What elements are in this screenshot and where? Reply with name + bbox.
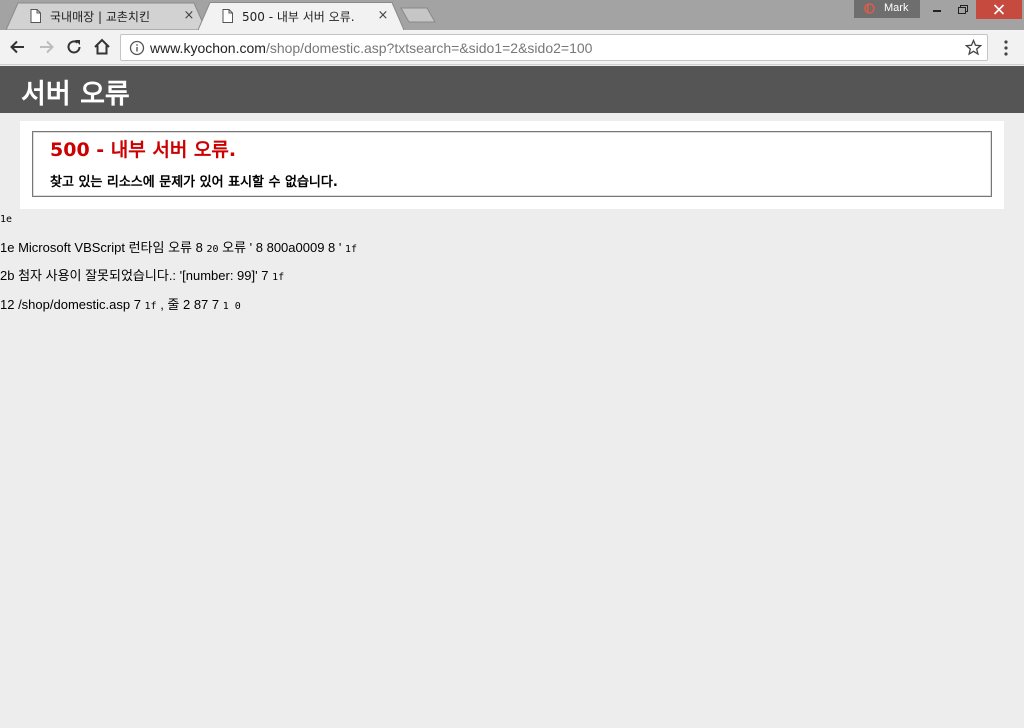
debug-code: 1f	[344, 244, 358, 255]
debug-text: 2b 첨자 사용이 잘못되었습니다.: '[number: 99]' 7	[0, 268, 273, 283]
debug-code: 1e	[0, 214, 13, 225]
home-button[interactable]	[92, 37, 112, 57]
tab-server-error[interactable]: 500 - 내부 서버 오류. ×	[198, 2, 404, 30]
minimize-icon	[933, 10, 941, 12]
error-description: 찾고 있는 리소스에 문제가 있어 표시할 수 없습니다.	[50, 175, 338, 190]
reload-button[interactable]	[64, 37, 84, 57]
star-icon[interactable]	[965, 39, 982, 56]
url-host: www.kyochon.com	[150, 40, 266, 56]
forward-button[interactable]	[36, 37, 56, 57]
forward-icon	[40, 40, 54, 54]
new-tab-button[interactable]	[400, 7, 436, 23]
page-icon	[30, 9, 41, 23]
info-icon[interactable]	[129, 40, 145, 56]
browser-toolbar: www.kyochon.com/shop/domestic.asp?txtsea…	[0, 30, 1024, 65]
url-path: /shop/domestic.asp?txtsearch=&sido1=2&si…	[265, 40, 593, 56]
close-icon	[993, 4, 1005, 15]
error-box: 500 - 내부 서버 오류. 찾고 있는 리소스에 문제가 있어 표시할 수 …	[32, 131, 992, 197]
page-icon	[222, 9, 233, 23]
back-button[interactable]	[8, 37, 28, 57]
debug-line: 2b 첨자 사용이 잘못되었습니다.: '[number: 99]' 7 1f	[0, 265, 284, 284]
debug-text: 오류 ' 8 800a0009 8 '	[218, 240, 345, 255]
profile-name: Mark	[884, 2, 909, 14]
debug-line: 12 /shop/domestic.asp 7 1f , 줄 2 87 7 1 …	[0, 294, 241, 313]
error-title: 500 - 내부 서버 오류.	[50, 139, 237, 161]
tab-label: 국내매장 | 교촌치킨	[50, 10, 150, 24]
window-close-button[interactable]	[976, 0, 1022, 19]
tab-kyochon-stores[interactable]: 국내매장 | 교촌치킨 ×	[6, 2, 206, 30]
content-panel: 500 - 내부 서버 오류. 찾고 있는 리소스에 문제가 있어 표시할 수 …	[20, 121, 1004, 209]
title-bar: 국내매장 | 교촌치킨 × 500 - 내부 서버 오류. × Mark	[0, 0, 1024, 30]
debug-code: 20	[206, 244, 219, 255]
page-header: 서버 오류	[0, 66, 1024, 113]
profile-button[interactable]: Mark	[854, 0, 920, 18]
url-text: www.kyochon.com/shop/domestic.asp?txtsea…	[150, 40, 592, 56]
restore-icon	[958, 5, 968, 14]
debug-code: 1f	[144, 301, 157, 312]
reload-icon	[67, 40, 81, 54]
debug-line: 1e Microsoft VBScript 런타임 오류 8 20 오류 ' 8…	[0, 237, 357, 256]
debug-text: 1e Microsoft VBScript 런타임 오류 8	[0, 240, 207, 255]
debug-text: , 줄 2 87 7	[156, 297, 223, 312]
minimize-button[interactable]	[924, 0, 950, 19]
menu-icon[interactable]	[996, 39, 1016, 57]
debug-line: 1e	[0, 210, 12, 225]
debug-code: 1 0	[222, 301, 241, 312]
address-bar[interactable]: www.kyochon.com/shop/domestic.asp?txtsea…	[120, 34, 988, 61]
restore-button[interactable]	[950, 0, 976, 19]
profile-icon	[864, 3, 875, 14]
debug-code: 1f	[272, 272, 285, 283]
tab-label: 500 - 내부 서버 오류.	[242, 10, 355, 24]
debug-text: 12 /shop/domestic.asp 7	[0, 297, 145, 312]
home-icon	[94, 38, 110, 55]
close-icon[interactable]: ×	[376, 9, 390, 23]
back-icon	[10, 40, 24, 54]
close-icon[interactable]: ×	[182, 9, 196, 23]
page-title: 서버 오류	[21, 79, 130, 110]
